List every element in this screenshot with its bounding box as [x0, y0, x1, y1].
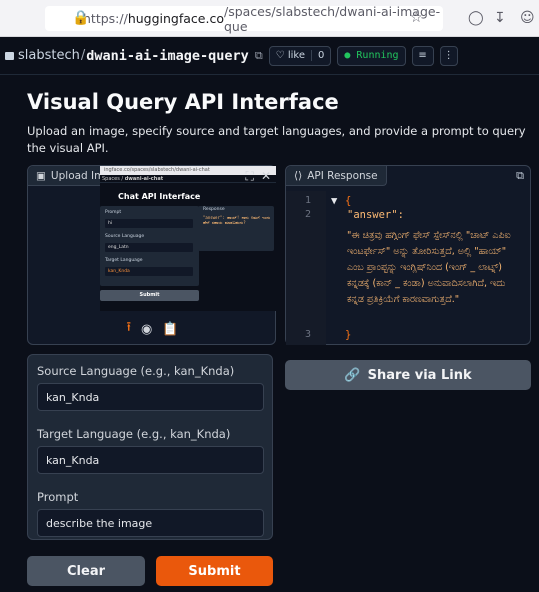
api-panel-tag: ⟨⟩ API Response — [286, 166, 387, 186]
api-response-panel: ⟨⟩ API Response ⧉ 1 2 3 ▼ { "answer": "ಈ… — [285, 165, 531, 345]
code-icon: ⟨⟩ — [294, 169, 303, 182]
pocket-icon[interactable]: ◯ — [468, 9, 484, 27]
fullscreen-icon[interactable]: ⛶ — [246, 169, 254, 183]
url-host: huggingface.co — [127, 11, 224, 26]
share-via-link-button[interactable]: 🔗 Share via Link — [285, 360, 531, 390]
copy-icon[interactable]: ⧉ — [516, 169, 524, 183]
like-button[interactable]: ♡ like 0 — [268, 45, 332, 66]
space-owner-link[interactable]: slabstech — [18, 48, 80, 63]
clear-button[interactable]: Clear — [27, 556, 145, 586]
image-source-toolbar: ⭱ ◉ 📋 — [28, 316, 277, 342]
heart-icon: ♡ — [275, 50, 288, 61]
target-language-input[interactable] — [37, 446, 264, 474]
lock-icon[interactable]: 🔒 — [72, 9, 89, 27]
like-count: 0 — [310, 50, 324, 61]
link-icon: 🔗 — [344, 367, 361, 383]
page-description: Upload an image, specify source and targ… — [27, 124, 526, 155]
path-separator: / — [80, 48, 86, 63]
space-name-link[interactable]: dwani-ai-image-query — [86, 48, 249, 64]
upload-icon[interactable]: ⭱ — [126, 318, 131, 340]
prompt-label: Prompt — [37, 490, 79, 504]
settings-icon[interactable]: ≡ — [411, 45, 434, 66]
target-language-label: Target Language (e.g., kan_Knda) — [37, 427, 231, 441]
clipboard-icon[interactable]: 📋 — [162, 322, 178, 337]
space-header: slabstech / dwani-ai-image-query ⧉ ♡ lik… — [0, 37, 539, 75]
json-key: "answer": — [347, 209, 404, 221]
image-panel-actions: ⛶ ✕ — [246, 169, 271, 183]
image-icon: ▣ — [36, 169, 46, 182]
line-gutter: 1 2 3 — [286, 191, 326, 345]
page-title: Visual Query API Interface — [27, 90, 339, 114]
status-text: Running — [356, 50, 399, 61]
webcam-icon[interactable]: ◉ — [141, 322, 152, 337]
preview-title: Chat API Interface — [118, 192, 201, 201]
query-form: Source Language (e.g., kan_Knda) Target … — [27, 354, 273, 540]
source-language-label: Source Language (e.g., kan_Knda) — [37, 364, 235, 378]
preview-response: Response "answer": ಹಾಯ್! ನಾನು ನಿಮಗೆ ಇಂದು… — [198, 206, 274, 251]
json-open-brace: { — [345, 195, 352, 207]
copy-name-icon[interactable]: ⧉ — [255, 49, 263, 63]
collapse-toggle-icon[interactable]: ▼ — [331, 195, 337, 207]
submit-button[interactable]: Submit — [156, 556, 273, 586]
image-upload-panel[interactable]: ▣ Upload Image ingface.co/spaces/slabste… — [27, 165, 276, 345]
prompt-input[interactable] — [37, 509, 264, 537]
uploaded-image-preview: ingface.co/spaces/slabstech/dwani-ai-cha… — [100, 166, 276, 311]
line-number: 3 — [305, 329, 312, 340]
more-options-icon[interactable]: ⋮ — [439, 45, 458, 66]
json-value: "ಈ ಚಿತ್ರವು ಹಗ್ಗಿಂಗ್ ಫೇಸ್ ಸ್ಪೇಸ್‌ನಲ್ಲಿ "ಚ… — [347, 230, 511, 305]
url-prefix: https:// — [83, 11, 128, 26]
source-language-input[interactable] — [37, 383, 264, 411]
close-icon[interactable]: ✕ — [261, 169, 271, 183]
line-number: 2 — [305, 209, 312, 220]
json-close-brace: } — [345, 329, 352, 341]
api-panel-label: API Response — [307, 169, 378, 182]
address-bar[interactable]: https://huggingface.co/spaces/slabstech/… — [45, 4, 443, 34]
account-icon[interactable]: ☺ — [520, 9, 535, 27]
bookmark-star-icon[interactable]: ☆ — [410, 9, 423, 27]
line-number: 1 — [305, 195, 312, 206]
status-badge: ● Running — [337, 45, 406, 66]
browser-toolbar: ◯ https://huggingface.co/spaces/slabstec… — [0, 0, 539, 37]
share-label: Share via Link — [367, 367, 472, 383]
download-icon[interactable]: ↧ — [494, 9, 506, 27]
preview-form: Prompt hi Source Language eng_Latn Targe… — [100, 206, 199, 286]
running-dot-icon: ● — [344, 50, 357, 61]
preview-submit: Submit — [100, 290, 199, 301]
spaces-logo-icon — [5, 51, 14, 60]
like-label: like — [287, 50, 305, 61]
